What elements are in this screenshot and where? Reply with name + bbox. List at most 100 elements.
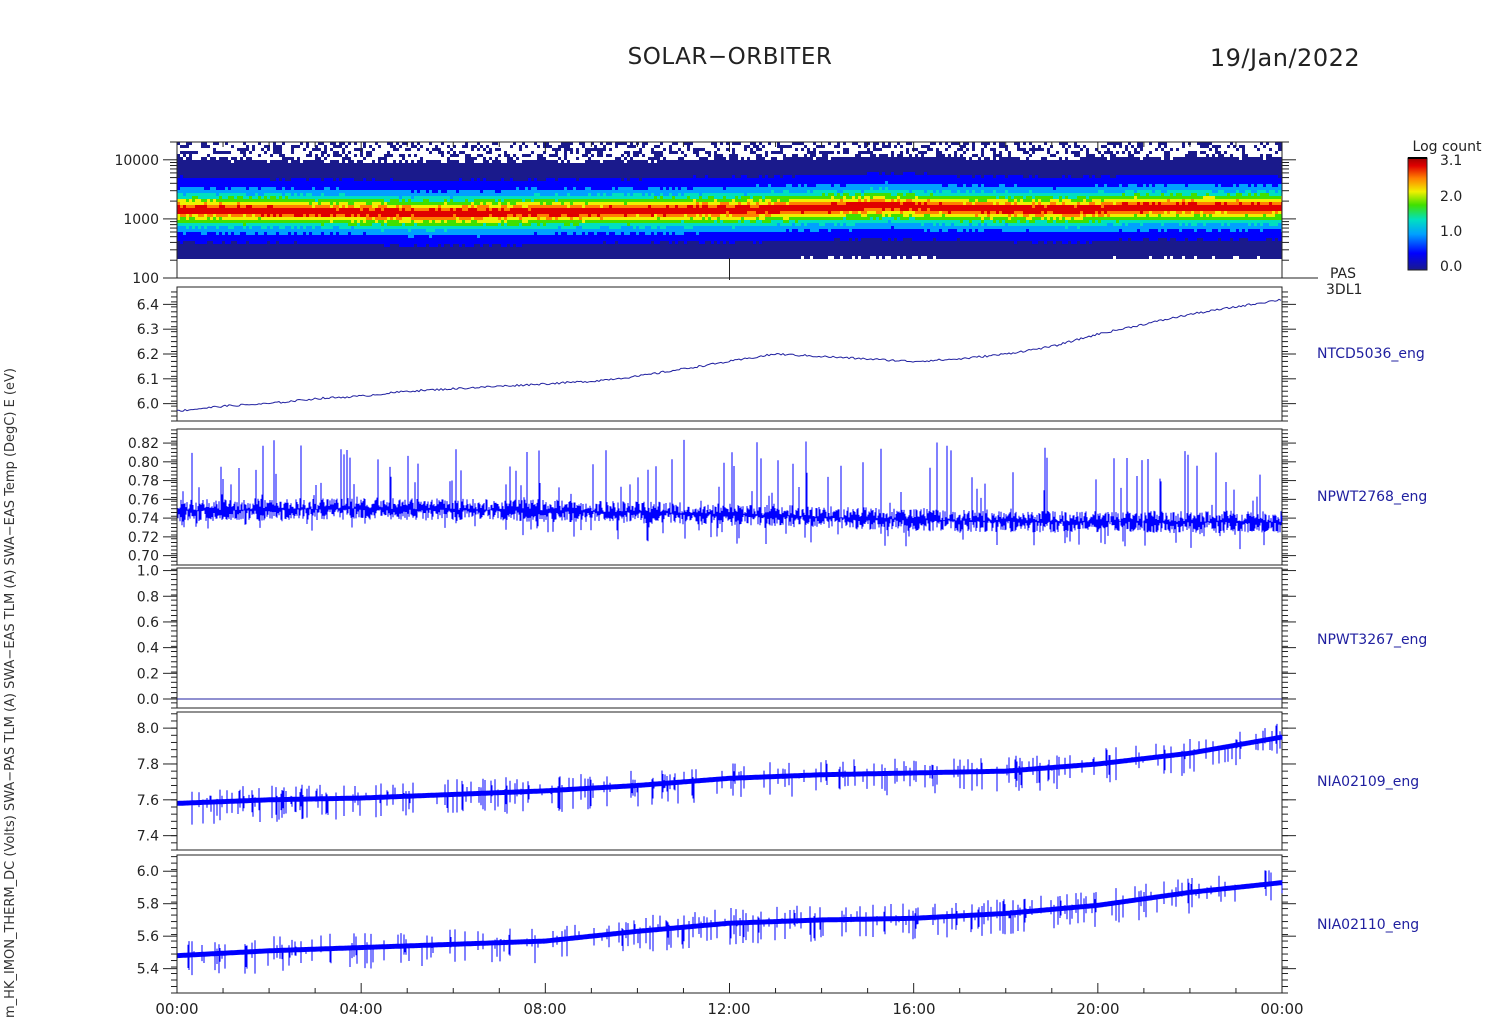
spectrogram-cell: [420, 229, 423, 232]
spectrogram-cell: [333, 172, 336, 175]
spectrogram-cell: [357, 175, 360, 178]
spectrogram-cell: [432, 235, 435, 238]
spectrogram-cell: [564, 157, 567, 160]
spectrogram-cell: [351, 193, 354, 196]
spectrogram-cell: [555, 235, 558, 238]
spectrogram-cell: [393, 196, 396, 199]
spectrogram-cell: [282, 184, 285, 187]
spectrogram-cell: [327, 208, 330, 211]
spectrogram-cell: [525, 163, 528, 166]
spectrogram-cell: [219, 181, 222, 184]
spectrogram-cell: [420, 190, 423, 193]
spectrogram-cell: [201, 196, 204, 199]
spectrogram-cell: [255, 187, 258, 190]
spectrogram-cell: [261, 226, 264, 229]
spectrogram-cell: [210, 217, 213, 220]
spectrogram-cell: [489, 202, 492, 205]
spectrogram-cell: [264, 211, 267, 214]
spectrogram-cell: [600, 190, 603, 193]
spectrogram-cell: [180, 250, 183, 253]
spectrogram-cell: [237, 211, 240, 214]
spectrogram-cell: [534, 178, 537, 181]
spectrogram-cell: [558, 211, 561, 214]
spectrogram-cell: [255, 211, 258, 214]
spectrogram-cell: [216, 151, 219, 154]
spectrogram-cell: [228, 244, 231, 247]
spectrogram-cell: [411, 169, 414, 172]
spectrogram-cell: [447, 232, 450, 235]
spectrogram-cell: [462, 163, 465, 166]
spectrogram-cell: [297, 232, 300, 235]
spectrogram-cell: [507, 250, 510, 253]
spectrogram-cell: [384, 235, 387, 238]
spectrogram-cell: [315, 187, 318, 190]
spectrogram-cell: [564, 199, 567, 202]
spectrogram-cell: [411, 235, 414, 238]
spectrogram-cell: [303, 256, 306, 259]
spectrogram-cell: [342, 217, 345, 220]
spectrogram-cell: [246, 190, 249, 193]
spectrogram-cell: [327, 232, 330, 235]
spectrogram-cell: [396, 214, 399, 217]
spectrogram-cell: [222, 208, 225, 211]
spectrogram-cell: [519, 145, 522, 148]
spectrogram-cell: [348, 199, 351, 202]
spectrogram-cell: [585, 178, 588, 181]
spectrogram-cell: [483, 157, 486, 160]
spectrogram-cell: [339, 253, 342, 256]
spectrogram-cell: [375, 232, 378, 235]
spectrogram-cell: [351, 232, 354, 235]
spectrogram-cell: [528, 235, 531, 238]
spectrogram-cell: [189, 154, 192, 157]
spectrogram-cell: [423, 244, 426, 247]
spectrogram-cell: [414, 199, 417, 202]
spectrogram-cell: [516, 238, 519, 241]
spectrogram-cell: [249, 199, 252, 202]
spectrogram-cell: [192, 229, 195, 232]
spectrogram-cell: [594, 175, 597, 178]
spectrogram-cell: [513, 154, 516, 157]
spectrogram-cell: [306, 256, 309, 259]
spectrogram-cell: [549, 250, 552, 253]
spectrogram-cell: [456, 166, 459, 169]
spectrogram-cell: [387, 244, 390, 247]
spectrogram-cell: [348, 232, 351, 235]
spectrogram-cell: [582, 154, 585, 157]
spectrogram-cell: [594, 163, 597, 166]
spectrogram-cell: [588, 214, 591, 217]
spectrogram-cell: [549, 256, 552, 259]
spectrogram-cell: [420, 250, 423, 253]
spectrogram-cell: [357, 229, 360, 232]
spectrogram-cell: [576, 229, 579, 232]
spectrogram-cell: [180, 214, 183, 217]
spectrogram-cell: [282, 157, 285, 160]
spectrogram-cell: [543, 199, 546, 202]
spectrogram-cell: [444, 253, 447, 256]
spectrogram-cell: [225, 247, 228, 250]
spectrogram-cell: [273, 196, 276, 199]
spectrogram-cell: [216, 247, 219, 250]
spectrogram-cell: [351, 199, 354, 202]
spectrogram-cell: [441, 217, 444, 220]
spectrogram-cell: [405, 244, 408, 247]
spectrogram-cell: [474, 199, 477, 202]
spectrogram-cell: [372, 250, 375, 253]
spectrogram-cell: [336, 190, 339, 193]
spectrogram-cell: [249, 196, 252, 199]
spectrogram-cell: [384, 232, 387, 235]
spectrogram-cell: [594, 247, 597, 250]
spectrogram-cell: [321, 220, 324, 223]
spectrogram-cell: [597, 256, 600, 259]
spectrogram-cell: [180, 211, 183, 214]
spectrogram-cell: [525, 253, 528, 256]
spectrogram-cell: [222, 163, 225, 166]
spectrogram-cell: [555, 151, 558, 154]
spectrogram-cell: [489, 253, 492, 256]
spectrogram-cell: [567, 211, 570, 214]
spectrogram-cell: [300, 247, 303, 250]
spectrogram-cell: [186, 211, 189, 214]
spectrogram-cell: [417, 202, 420, 205]
spectrogram-cell: [213, 214, 216, 217]
spectrogram-cell: [516, 217, 519, 220]
spectrogram-cell: [543, 157, 546, 160]
